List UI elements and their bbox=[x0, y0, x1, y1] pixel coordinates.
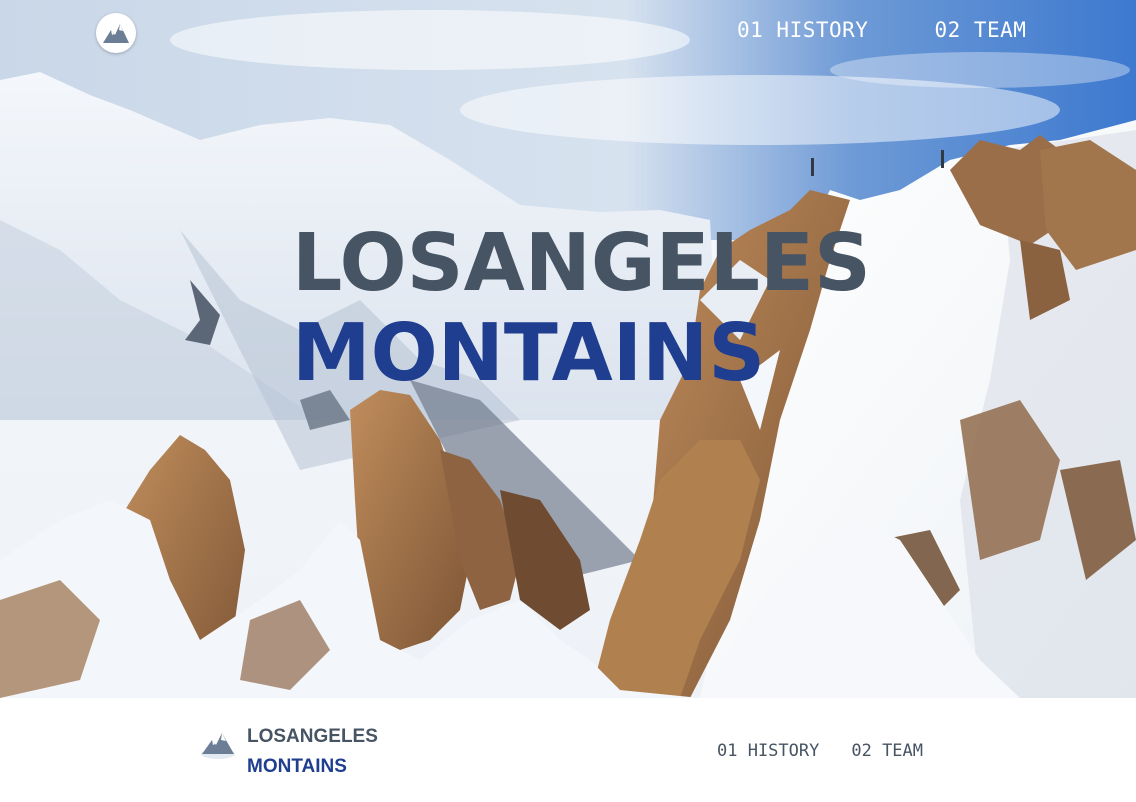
footer-brand[interactable]: LOSANGELES MONTAINS bbox=[247, 722, 378, 782]
footer bbox=[0, 698, 1136, 802]
hero-title-line2: MONTAINS bbox=[292, 307, 766, 399]
top-navigation: 01 HISTORY 02 TEAM bbox=[737, 18, 1026, 42]
nav-link-team[interactable]: 02 TEAM bbox=[934, 18, 1026, 42]
footer-mountain-icon bbox=[201, 733, 235, 759]
footer-nav-link-team[interactable]: 02 TEAM bbox=[851, 741, 923, 761]
footer-nav-link-history[interactable]: 01 HISTORY bbox=[717, 741, 819, 761]
footer-navigation: 01 HISTORY 02 TEAM bbox=[717, 741, 923, 761]
footer-brand-line2: MONTAINS bbox=[247, 756, 347, 777]
logo-button[interactable] bbox=[96, 13, 136, 53]
hero-title: LOSANGELES MONTAINS bbox=[292, 218, 871, 398]
hero-title-line1: LOSANGELES bbox=[292, 217, 871, 309]
nav-link-history[interactable]: 01 HISTORY bbox=[737, 18, 868, 42]
footer-brand-line1: LOSANGELES bbox=[247, 726, 378, 747]
mountain-icon bbox=[103, 24, 129, 43]
hero-section: 01 HISTORY 02 TEAM LOSANGELES MONTAINS bbox=[0, 0, 1136, 698]
